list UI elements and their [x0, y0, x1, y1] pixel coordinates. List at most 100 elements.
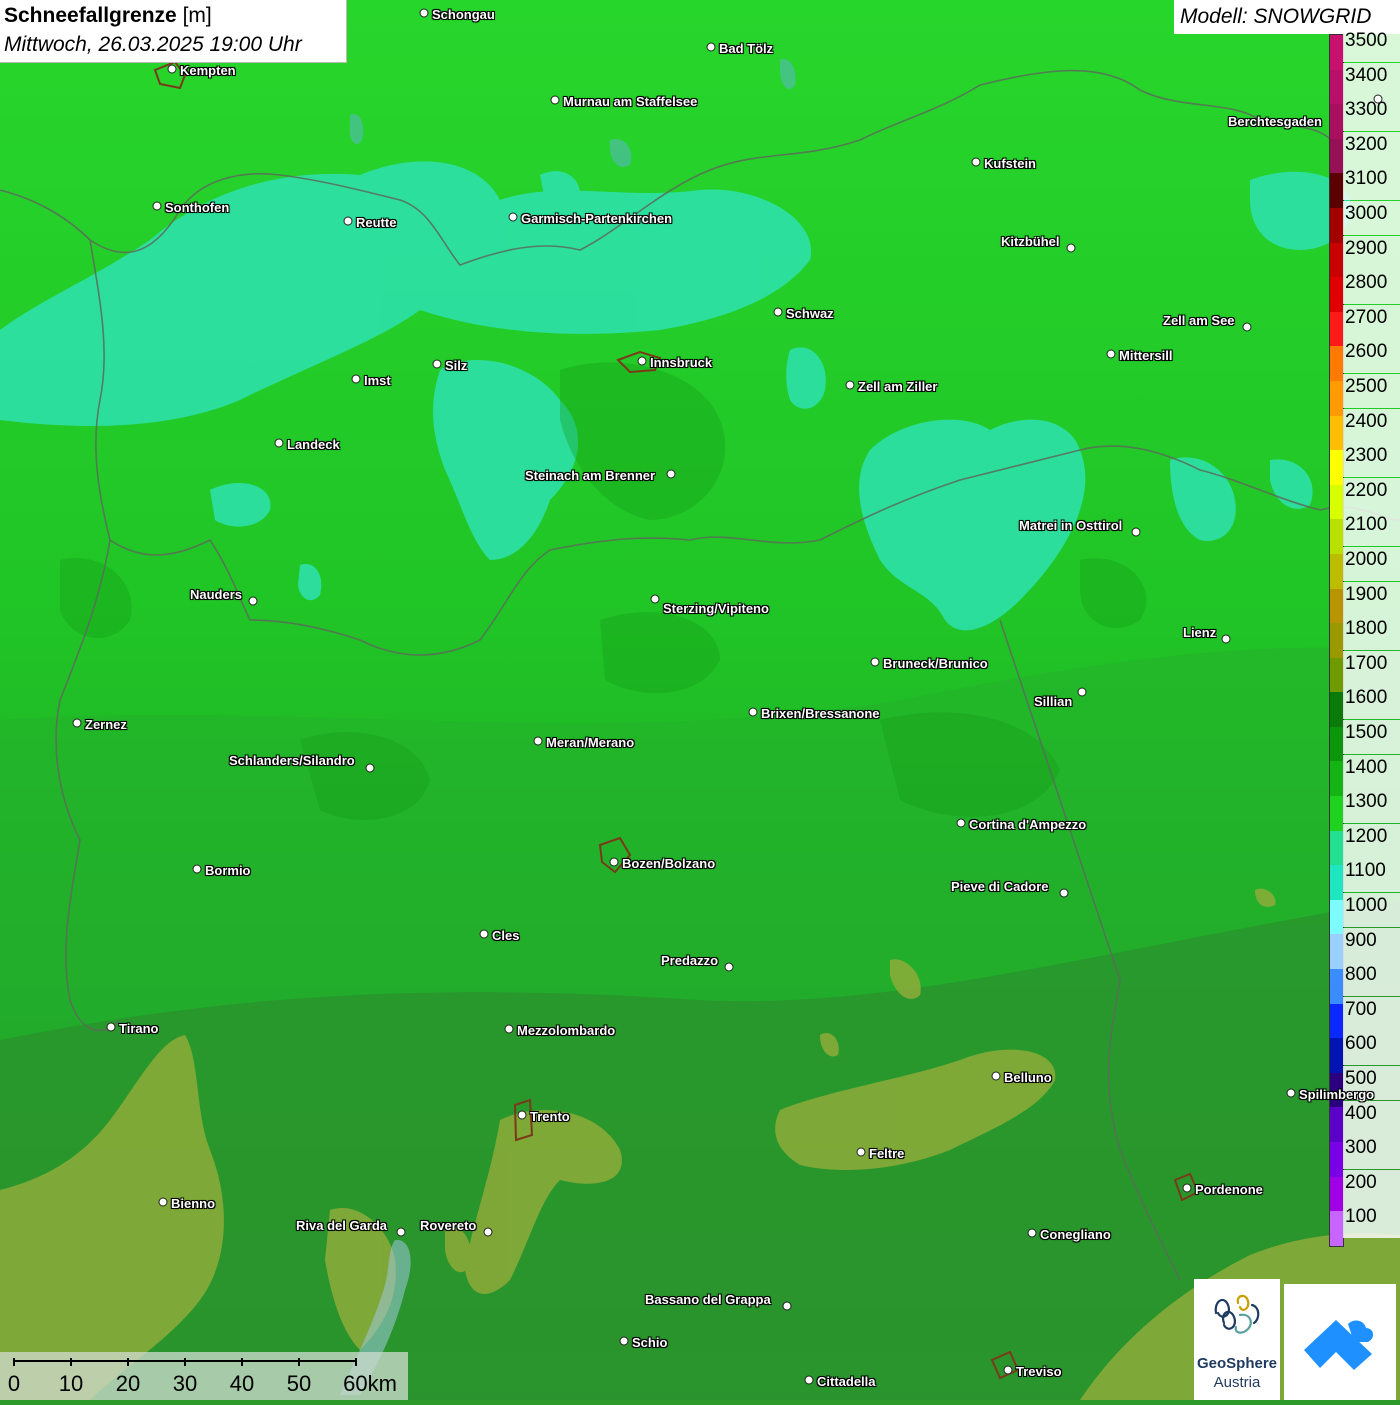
city-name: Belluno — [1004, 1070, 1052, 1085]
color-legend: 3500 3400 3300 3200 3100 3000 2900 2800 2700 2600… — [1329, 28, 1400, 1247]
scale-label: 20 — [115, 1371, 141, 1396]
map-datetime: Mittwoch, 26.03.2025 19:00 Uhr — [4, 33, 302, 56]
city-dot-icon — [870, 657, 880, 667]
legend-label: 900 — [1343, 927, 1400, 962]
legend-label: 200 — [1343, 1169, 1400, 1204]
legend-color-segment — [1330, 346, 1343, 381]
city-dot-icon — [1373, 94, 1383, 104]
legend-color-segment — [1330, 450, 1343, 485]
legend-label: 3400 — [1343, 62, 1400, 97]
scale-bar: 0 10 20 30 40 50 60km — [0, 1352, 408, 1400]
geosphere-logo[interactable]: GeoSphere Austria — [1194, 1279, 1280, 1400]
city-dot-icon — [650, 594, 660, 604]
legend-color-segment — [1330, 1107, 1343, 1142]
legend-color-segment — [1330, 415, 1343, 451]
city-name: Kempten — [180, 63, 236, 78]
city-dot-icon — [773, 307, 783, 317]
geosphere-country: Austria — [1213, 1374, 1261, 1391]
city-name: Trento — [530, 1109, 570, 1124]
city-dot-icon — [1066, 243, 1076, 253]
city-name: Schongau — [432, 7, 495, 22]
city-name: Reutte — [356, 215, 397, 230]
city-dot-icon — [504, 1024, 514, 1034]
legend-label: 3500 — [1343, 28, 1400, 62]
legend-color-segment — [1330, 380, 1343, 416]
legend-color-segment — [1330, 242, 1343, 278]
city-dot-icon — [152, 201, 162, 211]
city-name: Murnau am Staffelsee — [563, 94, 698, 109]
city-name: Steinach am Brenner — [525, 468, 656, 483]
city-name: Riva del Garda — [296, 1218, 388, 1233]
legend-label: 400 — [1343, 1100, 1400, 1135]
weather-app-logo[interactable] — [1284, 1284, 1396, 1400]
city-dot-icon — [748, 707, 758, 717]
city-dot-icon — [274, 438, 284, 448]
legend-label: 2300 — [1343, 443, 1400, 478]
geosphere-austria-logo-icon — [1214, 1294, 1260, 1334]
scale-tick — [13, 1358, 15, 1366]
city-dot-icon — [1077, 687, 1087, 697]
map-title: Schneefallgrenze [m] — [4, 4, 212, 27]
legend-color-segment — [1330, 969, 1343, 1004]
legend-label: 1400 — [1343, 754, 1400, 789]
legend-label: 2100 — [1343, 512, 1400, 547]
city-dot-icon — [351, 374, 361, 384]
legend-label: 2400 — [1343, 408, 1400, 443]
city-name: Feltre — [869, 1146, 905, 1161]
legend-label: 1000 — [1343, 893, 1400, 927]
map-title-box: Schneefallgrenze [m] Mittwoch, 26.03.202… — [0, 0, 347, 63]
city-dot-icon — [479, 929, 489, 939]
legend-label: 3200 — [1343, 131, 1400, 166]
city-name: Pordenone — [1195, 1182, 1263, 1197]
legend-label: 800 — [1343, 962, 1400, 997]
city-dot-icon — [365, 763, 375, 773]
city-name: Cittadella — [817, 1374, 876, 1389]
city-name: Meran/Merano — [546, 735, 635, 750]
city-name: Sterzing/Vipiteno — [663, 601, 769, 616]
legend-label: 100 — [1343, 1204, 1400, 1239]
weather-app-icon — [1304, 1320, 1374, 1370]
legend-label: 1600 — [1343, 685, 1400, 720]
legend-label: 3300 — [1343, 97, 1400, 132]
legend-color-segment — [1330, 761, 1343, 797]
city-dot-icon — [609, 857, 619, 867]
city-dot-icon — [845, 380, 855, 390]
legend-label: 2900 — [1343, 235, 1400, 270]
legend-label: 600 — [1343, 1031, 1400, 1066]
city-dot-icon — [483, 1227, 493, 1237]
city-dot-icon — [619, 1336, 629, 1346]
city-name: Landeck — [287, 437, 340, 452]
city-name: Sonthofen — [165, 200, 230, 215]
city-name: Treviso — [1016, 1364, 1062, 1379]
legend-label: 700 — [1343, 996, 1400, 1031]
city-name: Schlanders/Silandro — [229, 753, 355, 768]
legend-color-segment — [1330, 277, 1343, 312]
legend-label: 3000 — [1343, 201, 1400, 235]
city-dot-icon — [991, 1071, 1001, 1081]
legend-color-segment — [1330, 692, 1343, 727]
city-dot-icon — [248, 596, 258, 606]
city-name: Bad Tölz — [719, 41, 774, 56]
city-dot-icon — [1182, 1183, 1192, 1193]
city-dot-icon — [1286, 1088, 1296, 1098]
city-name: Garmisch-Partenkirchen — [521, 211, 673, 226]
legend-label: 2200 — [1343, 477, 1400, 512]
city-name: Zernez — [85, 717, 127, 732]
city-dot-icon — [1027, 1228, 1037, 1238]
city-name: Pieve di Cadore — [951, 879, 1049, 894]
city-dot-icon — [1003, 1365, 1013, 1375]
scale-tick — [241, 1358, 243, 1366]
city-name: Berchtesgaden — [1228, 114, 1322, 129]
legend-color-segment — [1330, 934, 1343, 970]
legend-label: 2600 — [1343, 339, 1400, 374]
legend-color-segment — [1330, 173, 1343, 208]
city-dot-icon — [1221, 634, 1231, 644]
legend-label: 3100 — [1343, 166, 1400, 201]
city-dot-icon — [432, 359, 442, 369]
city-name: Kitzbühel — [1001, 234, 1060, 249]
city-dot-icon — [533, 736, 543, 746]
city-name: Silz — [445, 358, 468, 373]
scale-label: 40 — [229, 1371, 255, 1396]
legend-color-segment — [1330, 69, 1343, 105]
legend-color-segment — [1330, 1211, 1343, 1246]
